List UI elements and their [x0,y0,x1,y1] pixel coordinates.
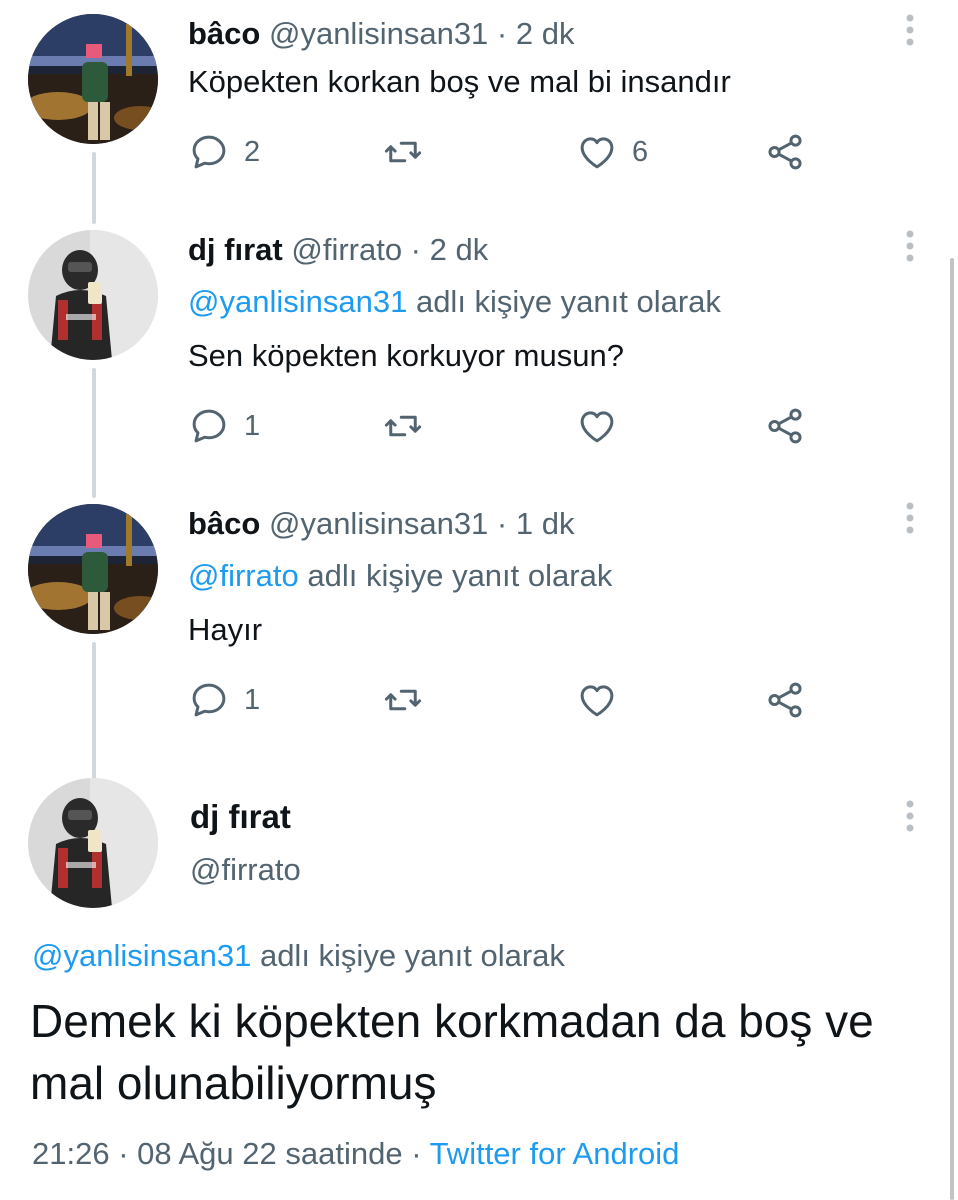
mention-link[interactable]: @yanlisinsan31 [188,284,407,319]
reply-context: @yanlisinsan31 adlı kişiye yanıt olarak [32,938,565,974]
display-name[interactable]: bâco [188,506,260,541]
reply-button[interactable]: 1 [188,404,260,448]
share-button[interactable] [764,130,806,174]
like-button[interactable] [576,678,632,722]
more-vertical-icon[interactable] [900,798,920,834]
like-count: 6 [632,136,649,168]
handle[interactable]: @firrato [190,852,301,888]
display-name[interactable]: dj fırat [190,798,291,836]
retweet-button[interactable] [382,678,424,722]
reply-icon [192,683,226,717]
display-name[interactable]: dj fırat [188,232,283,267]
share-icon [768,134,802,170]
tweet-text: Demek ki köpekten korkmadan da boş ve ma… [30,995,874,1109]
share-button[interactable] [764,404,806,448]
retweet-icon [384,415,422,437]
reply-context-label: adlı kişiye yanıt olarak [307,558,613,593]
reply-context-label: adlı kişiye yanıt olarak [259,938,565,973]
reply-context: @yanlisinsan31 adlı kişiye yanıt olarak [188,284,721,320]
more-vertical-icon[interactable] [900,12,920,48]
tweet-header: bâco @yanlisinsan31 · 1 dk [188,506,574,542]
more-vertical-icon[interactable] [900,228,920,264]
timestamp[interactable]: 21:26 · 08 Ağu 22 saatinde · [32,1136,422,1171]
share-icon [768,682,802,718]
tweet-header: bâco @yanlisinsan31 · 2 dk [188,16,574,52]
avatar[interactable] [28,504,158,634]
tweet-text: Sen köpekten korkuyor musun? [188,338,624,373]
tweet-text: Köpekten korkan boş ve mal bi insandır [188,64,731,99]
handle-timestamp: @firrato · 2 dk [291,232,489,267]
reply-count: 1 [244,684,261,716]
scrollbar[interactable] [950,258,954,1200]
avatar[interactable] [28,14,158,144]
reply-context-label: adlı kişiye yanıt olarak [415,284,721,319]
reply-icon [192,135,226,169]
mention-link[interactable]: @yanlisinsan31 [32,938,251,973]
tweet-text: Hayır [188,612,263,647]
thread-line [92,368,96,498]
avatar[interactable] [28,778,158,908]
retweet-button[interactable] [382,130,424,174]
avatar[interactable] [28,230,158,360]
heart-icon [580,137,614,169]
like-button[interactable]: 6 [576,130,648,174]
reply-count: 1 [244,410,261,442]
more-vertical-icon[interactable] [900,500,920,536]
thread-line [92,152,96,224]
retweet-icon [384,689,422,711]
reply-count: 2 [244,136,261,168]
reply-context: @firrato adlı kişiye yanıt olarak [188,558,612,594]
share-button[interactable] [764,678,806,722]
reply-icon [192,409,226,443]
reply-button[interactable]: 1 [188,678,260,722]
handle-timestamp: @yanlisinsan31 · 1 dk [268,506,575,541]
retweet-button[interactable] [382,404,424,448]
heart-icon [580,685,614,717]
like-button[interactable] [576,404,632,448]
display-name[interactable]: bâco [188,16,260,51]
source-link[interactable]: Twitter for Android [430,1136,680,1171]
tweet-footer: 21:26 · 08 Ağu 22 saatinde · Twitter for… [32,1136,679,1172]
thread-line [92,642,96,780]
retweet-icon [384,141,422,163]
share-icon [768,408,802,444]
mention-link[interactable]: @firrato [188,558,299,593]
reply-button[interactable]: 2 [188,130,260,174]
handle-timestamp: @yanlisinsan31 · 2 dk [268,16,575,51]
tweet-header: dj fırat @firrato · 2 dk [188,232,488,268]
heart-icon [580,411,614,443]
